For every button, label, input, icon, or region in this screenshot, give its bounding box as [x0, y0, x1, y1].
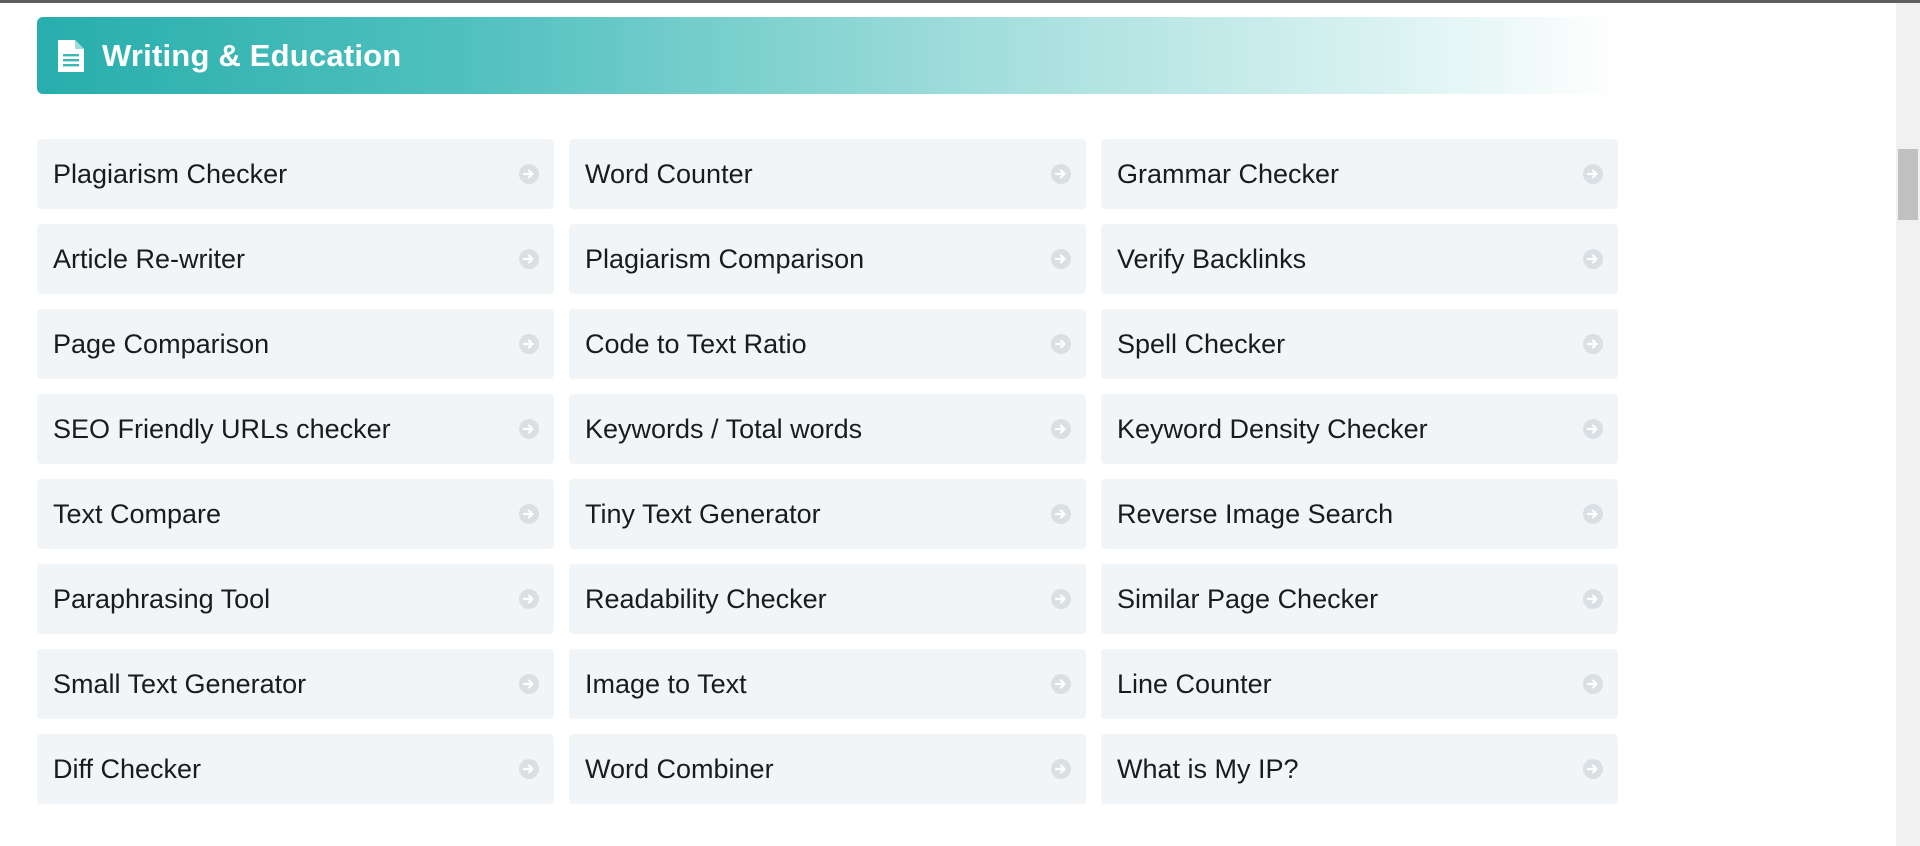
arrow-circle-right-icon — [518, 758, 540, 780]
arrow-circle-right-icon — [1050, 333, 1072, 355]
tool-link[interactable]: Spell Checker — [1101, 309, 1618, 379]
arrow-circle-right-icon — [1050, 758, 1072, 780]
scrollbar-track[interactable] — [1896, 3, 1920, 846]
tool-link[interactable]: Plagiarism Checker — [37, 139, 554, 209]
arrow-circle-right-icon — [1582, 333, 1604, 355]
arrow-circle-right-icon — [1582, 418, 1604, 440]
tool-link[interactable]: SEO Friendly URLs checker — [37, 394, 554, 464]
tool-link[interactable]: Page Comparison — [37, 309, 554, 379]
arrow-circle-right-icon — [1050, 673, 1072, 695]
tool-label: Plagiarism Comparison — [585, 243, 865, 274]
tool-label: Keyword Density Checker — [1117, 413, 1428, 444]
tool-link[interactable]: Tiny Text Generator — [569, 479, 1086, 549]
tool-label: Readability Checker — [585, 583, 827, 614]
arrow-circle-right-icon — [1582, 503, 1604, 525]
tool-label: Word Counter — [585, 158, 753, 189]
arrow-circle-right-icon — [1582, 588, 1604, 610]
tool-label: Paraphrasing Tool — [53, 583, 271, 614]
tool-label: Keywords / Total words — [585, 413, 863, 444]
tool-label: Page Comparison — [53, 328, 270, 359]
tool-link[interactable]: Article Re-writer — [37, 224, 554, 294]
tool-label: Article Re-writer — [53, 243, 246, 274]
tool-link[interactable]: Paraphrasing Tool — [37, 564, 554, 634]
tool-link[interactable]: Line Counter — [1101, 649, 1618, 719]
tool-label: Tiny Text Generator — [585, 498, 821, 529]
tool-label: Line Counter — [1117, 668, 1272, 699]
tool-label: Similar Page Checker — [1117, 583, 1379, 614]
page-content: Writing & Education Plagiarism Checker Wo… — [0, 0, 1896, 846]
tool-link[interactable]: Diff Checker — [37, 734, 554, 804]
arrow-circle-right-icon — [1582, 673, 1604, 695]
arrow-circle-right-icon — [518, 588, 540, 610]
tool-grid: Plagiarism Checker Word Counter Grammar Ch… — [37, 139, 1618, 804]
document-icon — [56, 38, 86, 74]
scrollbar-thumb[interactable] — [1898, 149, 1918, 220]
tool-label: Text Compare — [53, 498, 222, 529]
tool-link[interactable]: What is My IP? — [1101, 734, 1618, 804]
tool-link[interactable]: Verify Backlinks — [1101, 224, 1618, 294]
arrow-circle-right-icon — [518, 673, 540, 695]
tool-link[interactable]: Keyword Density Checker — [1101, 394, 1618, 464]
tool-label: Word Combiner — [585, 753, 774, 784]
arrow-circle-right-icon — [1582, 163, 1604, 185]
tool-label: Reverse Image Search — [1117, 498, 1394, 529]
arrow-circle-right-icon — [518, 333, 540, 355]
tool-label: SEO Friendly URLs checker — [53, 413, 391, 444]
arrow-circle-right-icon — [518, 163, 540, 185]
tool-link[interactable]: Similar Page Checker — [1101, 564, 1618, 634]
tool-label: Spell Checker — [1117, 328, 1286, 359]
tool-label: Image to Text — [585, 668, 747, 699]
tool-label: Small Text Generator — [53, 668, 307, 699]
tool-link[interactable]: Keywords / Total words — [569, 394, 1086, 464]
arrow-circle-right-icon — [1050, 248, 1072, 270]
tool-label: Diff Checker — [53, 753, 202, 784]
tool-link[interactable]: Code to Text Ratio — [569, 309, 1086, 379]
tool-link[interactable]: Small Text Generator — [37, 649, 554, 719]
tool-link[interactable]: Grammar Checker — [1101, 139, 1618, 209]
tool-link[interactable]: Word Combiner — [569, 734, 1086, 804]
tool-label: Grammar Checker — [1117, 158, 1340, 189]
tool-label: Code to Text Ratio — [585, 328, 807, 359]
arrow-circle-right-icon — [518, 248, 540, 270]
arrow-circle-right-icon — [1582, 758, 1604, 780]
arrow-circle-right-icon — [1050, 163, 1072, 185]
tool-link[interactable]: Plagiarism Comparison — [569, 224, 1086, 294]
tool-link[interactable]: Word Counter — [569, 139, 1086, 209]
arrow-circle-right-icon — [1050, 418, 1072, 440]
tool-label: What is My IP? — [1117, 753, 1299, 784]
arrow-circle-right-icon — [1050, 503, 1072, 525]
arrow-circle-right-icon — [1050, 588, 1072, 610]
tool-label: Verify Backlinks — [1117, 243, 1307, 274]
arrow-circle-right-icon — [518, 503, 540, 525]
section-title: Writing & Education — [102, 37, 402, 73]
tool-link[interactable]: Text Compare — [37, 479, 554, 549]
arrow-circle-right-icon — [1582, 248, 1604, 270]
tool-label: Plagiarism Checker — [53, 158, 288, 189]
tool-link[interactable]: Image to Text — [569, 649, 1086, 719]
tool-link[interactable]: Readability Checker — [569, 564, 1086, 634]
section-header: Writing & Education — [37, 17, 1620, 94]
arrow-circle-right-icon — [518, 418, 540, 440]
tool-link[interactable]: Reverse Image Search — [1101, 479, 1618, 549]
